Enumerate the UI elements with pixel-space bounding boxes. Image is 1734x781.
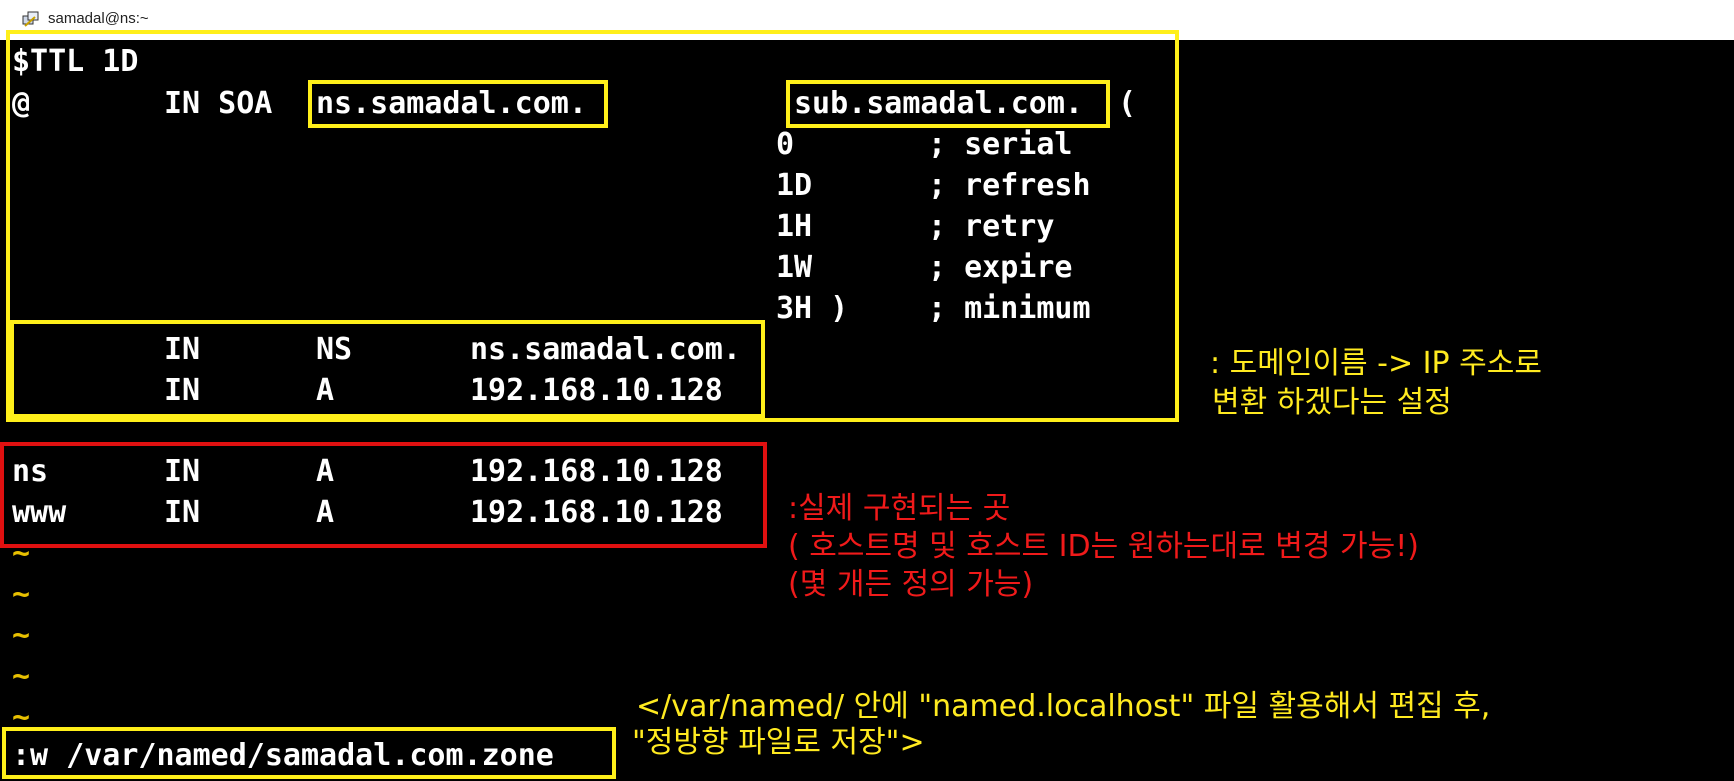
putty-icon <box>22 11 39 27</box>
empty-line-marker: ~ <box>12 618 31 653</box>
host-note-line: ( 호스트명 및 호스트 ID는 원하는대로 변경 가능!) <box>788 529 1419 564</box>
ns-record-highlight <box>10 320 765 418</box>
dns-note-line: 변환 하겠다는 설정 <box>1212 385 1452 420</box>
command-line-highlight <box>2 727 616 779</box>
host-records-highlight <box>0 442 767 548</box>
primary-ns-highlight <box>308 80 608 128</box>
window-title: samadal@ns:~ <box>48 10 149 27</box>
dns-note-line: : 도메인이름 -> IP 주소로 <box>1210 346 1542 381</box>
empty-line-marker: ~ <box>12 659 31 694</box>
empty-line-marker: ~ <box>12 577 31 612</box>
save-note-line: </var/named/ 안에 "named.localhost" 파일 활용해… <box>636 689 1491 724</box>
host-note-line: :실제 구현되는 곳 <box>788 491 1011 526</box>
host-note-line: (몇 개든 정의 가능) <box>788 567 1034 602</box>
save-note-line: "정방향 파일로 저장"> <box>632 725 925 760</box>
admin-email-highlight <box>786 80 1110 128</box>
